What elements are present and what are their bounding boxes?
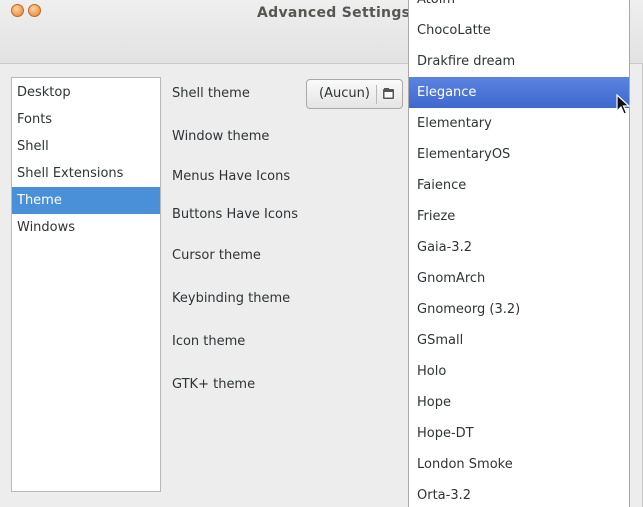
menu-item[interactable]: ChocoLatte [409, 15, 629, 46]
menu-item[interactable]: GnomArch [409, 263, 629, 294]
menu-item[interactable]: Elementary [409, 108, 629, 139]
close-window-icon[interactable] [11, 4, 24, 17]
menu-item-highlighted[interactable]: Elegance [409, 77, 629, 108]
sidebar-item-shell-extensions[interactable]: Shell Extensions [12, 160, 160, 187]
menu-item[interactable]: Hope [409, 387, 629, 418]
menus-have-icons-label: Menus Have Icons [172, 169, 291, 184]
menu-item[interactable]: Hope-DT [409, 418, 629, 449]
buttons-have-icons-label: Buttons Have Icons [172, 207, 298, 222]
sidebar-item-desktop[interactable]: Desktop [12, 79, 160, 106]
sidebar: Desktop Fonts Shell Shell Extensions The… [11, 77, 161, 492]
sidebar-item-windows[interactable]: Windows [12, 214, 160, 241]
menu-item[interactable]: GSmall [409, 325, 629, 356]
keybinding-theme-label: Keybinding theme [172, 291, 291, 306]
sidebar-item-fonts[interactable]: Fonts [12, 106, 160, 133]
shell-theme-value: (Aucun) [319, 86, 370, 101]
sidebar-item-theme[interactable]: Theme [12, 187, 160, 214]
mouse-pointer-icon [616, 94, 630, 115]
menu-item[interactable]: Gnomeorg (3.2) [409, 294, 629, 325]
gtk-theme-label: GTK+ theme [172, 377, 256, 392]
menu-item[interactable]: Faience [409, 170, 629, 201]
menu-item[interactable]: Atolm [409, 0, 629, 15]
menu-item[interactable]: Holo [409, 356, 629, 387]
minimize-window-icon[interactable] [28, 4, 41, 17]
shell-theme-dropdown-menu[interactable]: Atolm ChocoLatte Drakfire dream Elegance… [408, 0, 630, 507]
icon-theme-label: Icon theme [172, 334, 246, 349]
cursor-theme-label: Cursor theme [172, 248, 261, 263]
menu-item[interactable]: Drakfire dream [409, 46, 629, 77]
sidebar-item-shell[interactable]: Shell [12, 133, 160, 160]
menu-item[interactable]: London Smoke [409, 449, 629, 480]
menu-item[interactable]: ElementaryOS [409, 139, 629, 170]
folder-open-icon[interactable] [382, 87, 395, 100]
menu-item[interactable]: Gaia-3.2 [409, 232, 629, 263]
window-theme-label: Window theme [172, 129, 270, 144]
menu-item[interactable]: Orta-3.2 [409, 480, 629, 507]
shell-theme-label: Shell theme [172, 86, 250, 101]
window-title: Advanced Settings [257, 5, 411, 21]
combo-separator [376, 85, 377, 104]
shell-theme-combo[interactable]: (Aucun) [306, 79, 403, 109]
menu-item[interactable]: Frieze [409, 201, 629, 232]
